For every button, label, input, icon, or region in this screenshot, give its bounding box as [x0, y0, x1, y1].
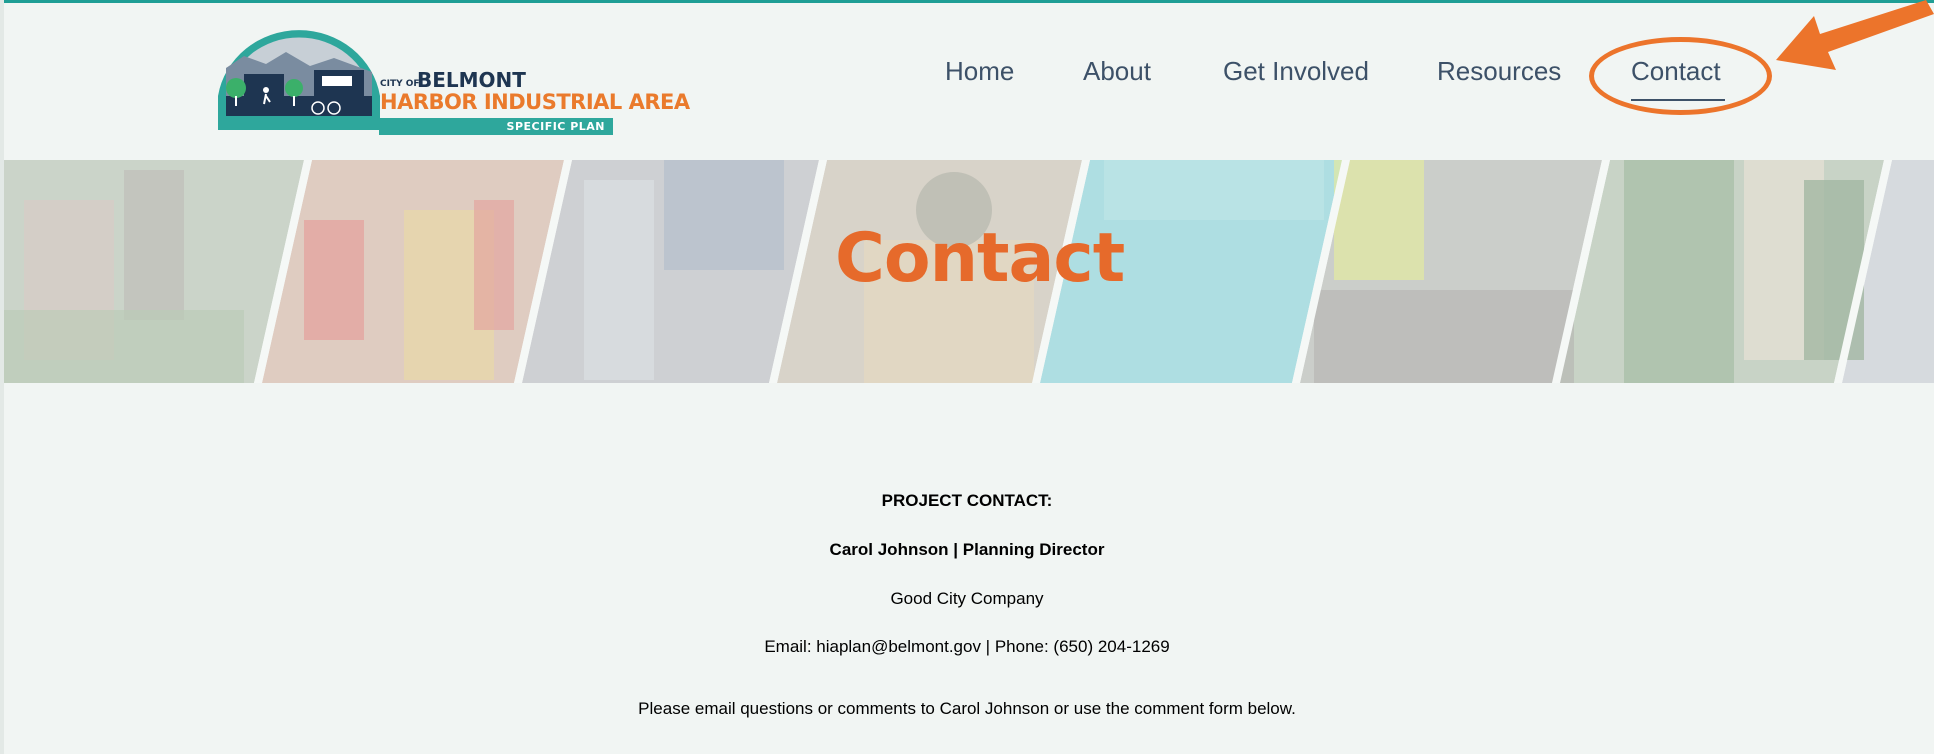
- nav-about[interactable]: About: [1083, 56, 1151, 87]
- contact-details[interactable]: Email: hiaplan@belmont.gov | Phone: (650…: [0, 637, 1934, 657]
- contact-note: Please email questions or comments to Ca…: [638, 699, 1296, 718]
- top-accent-bar: [0, 0, 1934, 3]
- logo-plan-bar: SPECIFIC PLAN: [379, 118, 613, 135]
- page-title: Contact: [835, 219, 1125, 298]
- nav-resources[interactable]: Resources: [1437, 56, 1561, 87]
- nav-home[interactable]: Home: [945, 56, 1014, 87]
- highlight-ellipse: [1589, 37, 1772, 115]
- pointer-arrow-icon: [1776, 0, 1934, 70]
- logo-plan-label: SPECIFIC PLAN: [506, 120, 605, 133]
- contact-company: Good City Company: [890, 589, 1044, 608]
- contact-person: Carol Johnson | Planning Director: [829, 540, 1105, 559]
- nav-get-involved[interactable]: Get Involved: [1223, 56, 1369, 87]
- contact-heading: PROJECT CONTACT:: [881, 491, 1053, 510]
